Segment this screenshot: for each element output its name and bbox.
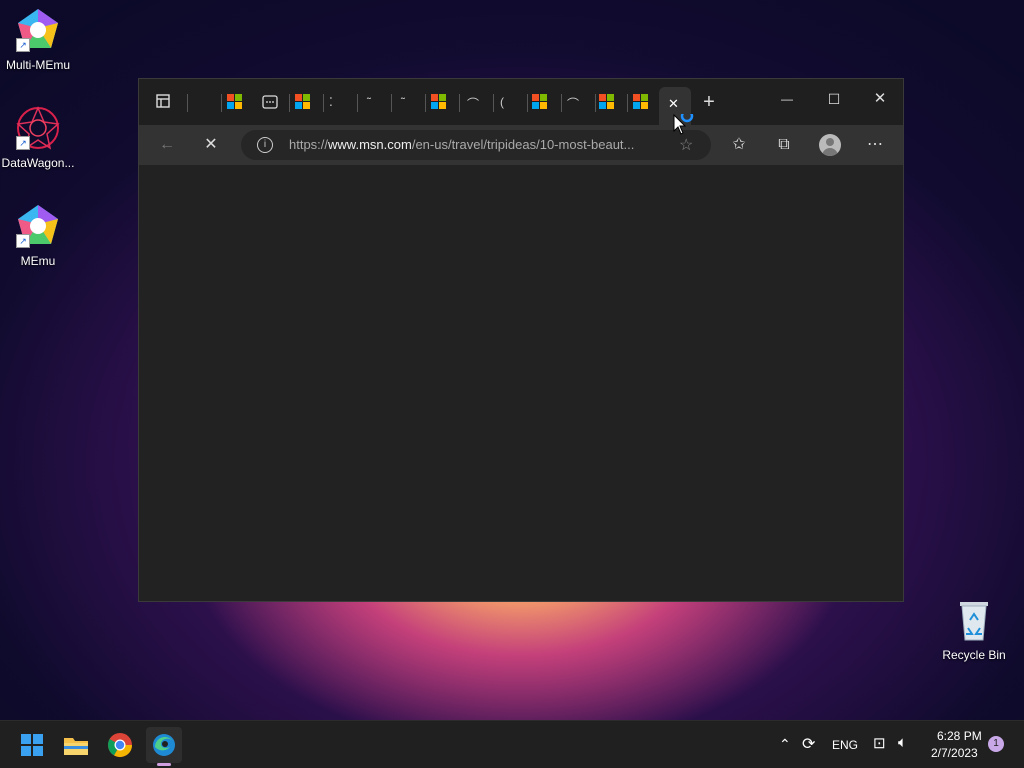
profile-avatar[interactable] bbox=[819, 134, 841, 156]
tab-separator bbox=[493, 94, 494, 112]
favorites-icon[interactable]: ✩ bbox=[725, 131, 753, 159]
start-button[interactable] bbox=[14, 727, 50, 763]
calendar-tab-icon[interactable] bbox=[262, 94, 278, 110]
desktop-icon-memu[interactable]: ↗ MEmu bbox=[0, 202, 76, 268]
more-options-icon[interactable]: ⋯ bbox=[861, 131, 889, 159]
datawagon-icon: ↗ bbox=[14, 104, 62, 152]
close-tab-icon[interactable]: ✕ bbox=[668, 96, 679, 112]
clock-date[interactable]: 2/7/2023 bbox=[931, 746, 978, 760]
desktop-icon-label: MEmu bbox=[20, 254, 56, 268]
navigation-bar: ← ✕ i https://www.msn.com/en-us/travel/t… bbox=[139, 125, 903, 165]
taskbar: ⌃ ⟳ ENG ⊡ 🔈︎ 6:28 PM 2/7/2023 1 bbox=[0, 720, 1024, 768]
tab-separator bbox=[289, 94, 290, 112]
tab-separator bbox=[595, 94, 596, 112]
shortcut-arrow-icon: ↗ bbox=[16, 38, 30, 52]
url-path: /en-us/travel/tripideas/10-most-beaut... bbox=[411, 137, 635, 152]
tab-separator bbox=[323, 94, 324, 112]
new-tab-icon[interactable]: + bbox=[697, 92, 721, 112]
msn-tab-icon[interactable] bbox=[633, 94, 649, 110]
msn-tab-icon[interactable] bbox=[599, 94, 615, 110]
network-icon[interactable]: ⊡ bbox=[873, 734, 886, 752]
url-prefix: https:// bbox=[289, 137, 329, 152]
loading-spinner-icon[interactable]: ⌒ bbox=[467, 95, 479, 112]
msn-tab-icon[interactable] bbox=[227, 94, 243, 110]
tab-actions-icon[interactable] bbox=[151, 93, 175, 115]
active-app-indicator bbox=[157, 763, 171, 766]
desktop-icon-label: Recycle Bin bbox=[942, 648, 1006, 662]
tab-separator bbox=[527, 94, 528, 112]
msn-tab-icon[interactable] bbox=[431, 94, 447, 110]
tab-separator bbox=[187, 94, 188, 112]
back-button[interactable]: ← bbox=[153, 131, 181, 159]
msn-tab-icon[interactable] bbox=[295, 94, 311, 110]
url-domain: www.msn.com bbox=[328, 137, 412, 152]
tab-separator bbox=[561, 94, 562, 112]
collections-icon[interactable]: ⧉ bbox=[770, 131, 798, 159]
desktop-icon-recycle-bin[interactable]: Recycle Bin bbox=[936, 596, 1012, 662]
url-text[interactable]: https://www.msn.com/en-us/travel/tripide… bbox=[289, 137, 675, 152]
edge-icon[interactable] bbox=[146, 727, 182, 766]
page-content[interactable] bbox=[139, 165, 903, 601]
recycle-bin-icon bbox=[950, 596, 998, 644]
loading-spinner-icon[interactable]: ⌒ bbox=[567, 95, 579, 112]
clock-time[interactable]: 6:28 PM bbox=[937, 729, 982, 743]
tab-separator bbox=[391, 94, 392, 112]
maximize-button[interactable]: ☐ bbox=[822, 89, 846, 109]
desktop-icon-label: DataWagon... bbox=[1, 156, 75, 170]
tab-bar: ⁚ ˜ ˜ ⌒ ( ⌒ ✕ + — ☐ ✕ bbox=[139, 79, 903, 125]
desktop-icon-label: Multi-MEmu bbox=[5, 58, 70, 72]
close-window-button[interactable]: ✕ bbox=[868, 89, 892, 109]
chrome-icon[interactable] bbox=[102, 727, 138, 763]
notification-badge[interactable]: 1 bbox=[988, 736, 1004, 752]
minimize-button[interactable]: — bbox=[775, 89, 799, 109]
desktop-icon-datawagon[interactable]: ↗ DataWagon... bbox=[0, 104, 76, 170]
mouse-cursor bbox=[673, 109, 697, 143]
desktop-icon-multi-memu[interactable]: ↗ Multi-MEmu bbox=[0, 6, 76, 72]
shortcut-arrow-icon: ↗ bbox=[16, 234, 30, 248]
sync-icon[interactable]: ⟳ bbox=[802, 734, 815, 754]
address-bar[interactable]: i https://www.msn.com/en-us/travel/tripi… bbox=[241, 130, 711, 160]
shortcut-arrow-icon: ↗ bbox=[16, 136, 30, 150]
browser-window: ⁚ ˜ ˜ ⌒ ( ⌒ ✕ + — ☐ ✕ ← ✕ i https://www. bbox=[138, 78, 904, 602]
loading-spinner-icon[interactable]: ( bbox=[500, 95, 504, 109]
site-info-icon[interactable]: i bbox=[257, 137, 273, 153]
stop-loading-button[interactable]: ✕ bbox=[197, 131, 225, 159]
tab-separator bbox=[425, 94, 426, 112]
loading-spinner-icon[interactable]: ⁚ bbox=[329, 95, 333, 109]
loading-spinner-icon[interactable]: ˜ bbox=[367, 95, 371, 109]
tab-separator bbox=[221, 94, 222, 112]
tab-separator bbox=[459, 94, 460, 112]
memu-icon: ↗ bbox=[14, 202, 62, 250]
tab-separator bbox=[627, 94, 628, 112]
multi-memu-icon: ↗ bbox=[14, 6, 62, 54]
msn-tab-icon[interactable] bbox=[532, 94, 548, 110]
language-indicator[interactable]: ENG bbox=[832, 738, 858, 752]
volume-icon[interactable]: 🔈︎ bbox=[898, 734, 907, 751]
loading-spinner-icon[interactable]: ˜ bbox=[401, 95, 405, 109]
tab-separator bbox=[357, 94, 358, 112]
show-hidden-icons[interactable]: ⌃ bbox=[779, 736, 791, 753]
file-explorer-icon[interactable] bbox=[58, 727, 94, 763]
